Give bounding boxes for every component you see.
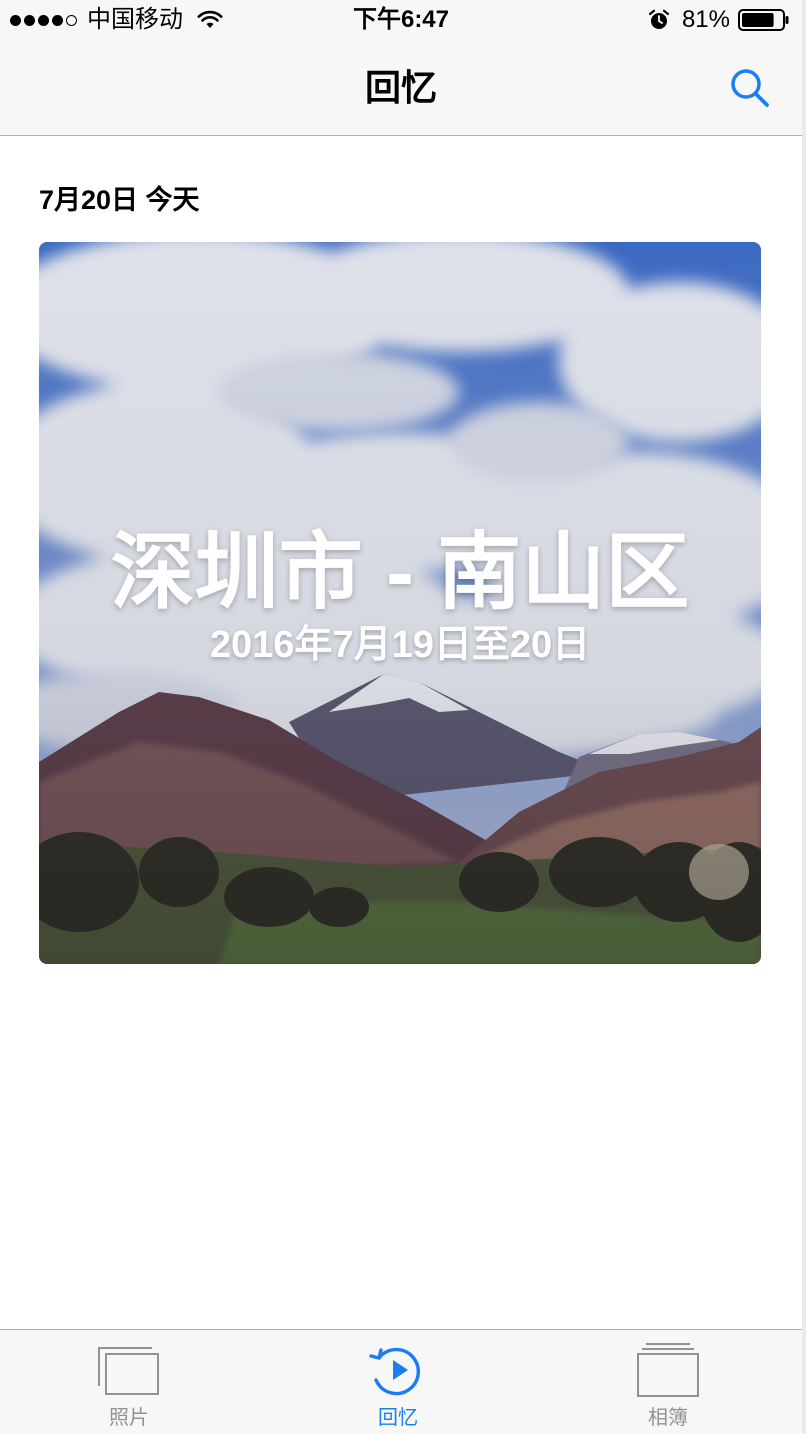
section-date-header: 7月20日 今天	[39, 185, 200, 215]
tab-photos[interactable]: 照片	[49, 1330, 209, 1434]
battery-icon	[738, 9, 789, 31]
search-icon[interactable]	[726, 64, 774, 112]
alarm-icon	[648, 9, 670, 29]
tab-albums-label: 相簿	[648, 1407, 688, 1429]
tab-bar: 照片 回忆 相簿	[0, 1329, 802, 1434]
tab-albums[interactable]: 相簿	[588, 1330, 748, 1434]
memories-icon	[369, 1347, 421, 1396]
page-title: 回忆	[364, 67, 437, 108]
status-bar: 中国移动 下午6:47 81%	[0, 0, 802, 40]
tab-memories[interactable]: 回忆	[318, 1330, 478, 1434]
albums-icon	[637, 1343, 699, 1397]
memory-card[interactable]: 深圳市 - 南山区 2016年7月19日至20日	[39, 242, 761, 964]
memory-date-range: 2016年7月19日至20日	[209, 624, 591, 666]
right-edge-strip	[802, 0, 806, 1434]
battery-percentage: 81%	[681, 6, 730, 33]
tab-memories-label: 回忆	[378, 1407, 418, 1429]
navigation-bar: 回忆	[0, 40, 802, 136]
memory-title: 深圳市 - 南山区	[110, 525, 690, 619]
photos-icon	[98, 1347, 159, 1395]
tab-photos-label: 照片	[109, 1407, 149, 1429]
status-right: 81%	[648, 6, 790, 34]
